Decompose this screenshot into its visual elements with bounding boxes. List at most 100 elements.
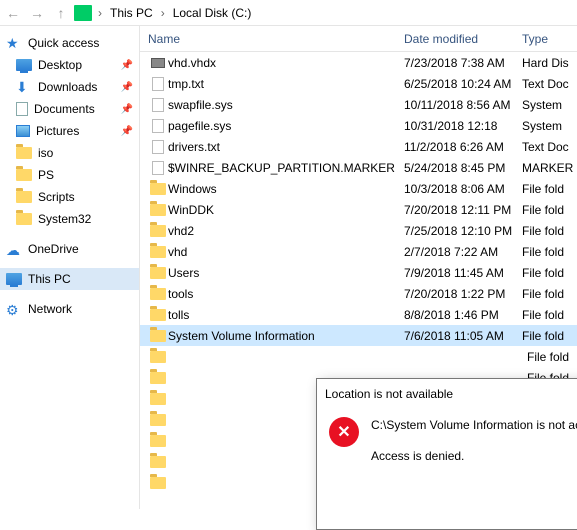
file-name: tools — [168, 287, 404, 301]
folder-icon — [150, 414, 166, 426]
file-type: File fold — [527, 350, 577, 364]
dialog-message-2: Access is denied. — [371, 448, 577, 465]
sidebar-item-label: Downloads — [38, 80, 97, 94]
file-date: 10/31/2018 12:18 — [404, 119, 522, 133]
sidebar-label: This PC — [28, 272, 71, 286]
drive-icon — [74, 5, 92, 21]
sidebar-item-system32[interactable]: System32 — [0, 208, 139, 230]
file-type: File fold — [522, 287, 577, 301]
sidebar-item-label: Pictures — [36, 124, 79, 138]
sidebar-quick-access[interactable]: ★ Quick access — [0, 32, 139, 54]
chevron-right-icon[interactable]: › — [94, 6, 106, 20]
nav-back-button[interactable]: ← — [2, 2, 24, 24]
sidebar-item-iso[interactable]: iso — [0, 142, 139, 164]
sidebar-network[interactable]: ⚙ Network — [0, 298, 139, 320]
sidebar-label: Quick access — [28, 36, 99, 50]
navigation-pane[interactable]: ★ Quick access Desktop 📌 ⬇ Downloads 📌 Docume… — [0, 26, 140, 509]
file-row-pagefile[interactable]: pagefile.sys10/31/2018 12:18System — [140, 115, 577, 136]
folder-icon — [150, 183, 166, 195]
sidebar-this-pc[interactable]: This PC — [0, 268, 139, 290]
file-icon — [152, 140, 164, 154]
column-header-name[interactable]: Name — [148, 32, 404, 46]
error-icon: ✕ — [329, 417, 359, 447]
file-type: File fold — [522, 182, 577, 196]
breadcrumb-thispc[interactable]: This PC — [108, 4, 155, 22]
file-row-obscured[interactable]: File fold — [140, 346, 577, 367]
folder-icon — [150, 288, 166, 300]
file-type: System — [522, 119, 577, 133]
file-date: 7/6/2018 11:05 AM — [404, 329, 522, 343]
file-date: 6/25/2018 10:24 AM — [404, 77, 522, 91]
file-name: drivers.txt — [168, 140, 404, 154]
file-row-winddk[interactable]: WinDDK7/20/2018 12:11 PMFile fold — [140, 199, 577, 220]
file-row-winre-marker[interactable]: $WINRE_BACKUP_PARTITION.MARKER5/24/2018 … — [140, 157, 577, 178]
file-name: vhd — [168, 245, 404, 259]
error-dialog: Location is not available ✕ ✕ C:\System … — [316, 378, 577, 530]
column-headers[interactable]: Name Date modified Type — [140, 26, 577, 52]
file-row-swapfile[interactable]: swapfile.sys10/11/2018 8:56 AMSystem — [140, 94, 577, 115]
file-row-vhd-vhdx[interactable]: vhd.vhdx7/23/2018 7:38 AMHard Dis — [140, 52, 577, 73]
network-icon: ⚙ — [6, 302, 22, 316]
sidebar-item-scripts[interactable]: Scripts — [0, 186, 139, 208]
file-date: 2/7/2018 7:22 AM — [404, 245, 522, 259]
download-icon: ⬇ — [16, 80, 32, 94]
file-icon — [152, 161, 164, 175]
sidebar-item-pictures[interactable]: Pictures 📌 — [0, 120, 139, 142]
file-row-tools[interactable]: tools7/20/2018 1:22 PMFile fold — [140, 283, 577, 304]
pin-icon: 📌 — [121, 60, 133, 71]
picture-icon — [16, 125, 30, 137]
file-row-svi[interactable]: System Volume Information7/6/2018 11:05 … — [140, 325, 577, 346]
sidebar-item-label: iso — [38, 146, 53, 160]
file-row-users[interactable]: Users7/9/2018 11:45 AMFile fold — [140, 262, 577, 283]
folder-icon — [150, 351, 166, 363]
folder-icon — [16, 147, 32, 159]
file-type: Hard Dis — [522, 56, 577, 70]
file-row-tmp-txt[interactable]: tmp.txt6/25/2018 10:24 AMText Doc — [140, 73, 577, 94]
pin-icon: 📌 — [121, 126, 133, 137]
file-list-pane[interactable]: Name Date modified Type vhd.vhdx7/23/201… — [140, 26, 577, 509]
file-date: 8/8/2018 1:46 PM — [404, 308, 522, 322]
monitor-icon — [6, 273, 22, 285]
file-date: 7/9/2018 11:45 AM — [404, 266, 522, 280]
file-name: pagefile.sys — [168, 119, 404, 133]
file-icon — [152, 98, 164, 112]
sidebar-item-documents[interactable]: Documents📌 — [0, 98, 139, 120]
file-type: System — [522, 98, 577, 112]
breadcrumb-localdisk[interactable]: Local Disk (C:) — [171, 4, 254, 22]
folder-icon — [150, 393, 166, 405]
file-type: File fold — [522, 266, 577, 280]
file-type: Text Doc — [522, 140, 577, 154]
file-date: 10/3/2018 8:06 AM — [404, 182, 522, 196]
address-bar[interactable]: ← → ↑ › This PC › Local Disk (C:) — [0, 0, 577, 26]
sidebar-item-desktop[interactable]: Desktop 📌 — [0, 54, 139, 76]
sidebar-item-label: Desktop — [38, 58, 82, 72]
cloud-icon: ☁ — [6, 242, 22, 256]
sidebar-onedrive[interactable]: ☁ OneDrive — [0, 238, 139, 260]
file-row-windows[interactable]: Windows10/3/2018 8:06 AMFile fold — [140, 178, 577, 199]
file-row-vhd2[interactable]: vhd27/25/2018 12:10 PMFile fold — [140, 220, 577, 241]
file-name: tolls — [168, 308, 404, 322]
chevron-right-icon[interactable]: › — [157, 6, 169, 20]
sidebar-item-label: Documents — [34, 102, 95, 116]
sidebar-item-downloads[interactable]: ⬇Downloads📌 — [0, 76, 139, 98]
file-name: vhd.vhdx — [168, 56, 404, 70]
file-date: 7/20/2018 1:22 PM — [404, 287, 522, 301]
file-name: Users — [168, 266, 404, 280]
file-row-drivers[interactable]: drivers.txt11/2/2018 6:26 AMText Doc — [140, 136, 577, 157]
column-header-type[interactable]: Type — [522, 32, 577, 46]
column-header-date[interactable]: Date modified — [404, 32, 522, 46]
folder-icon — [16, 191, 32, 203]
sidebar-item-ps[interactable]: PS — [0, 164, 139, 186]
sidebar-label: OneDrive — [28, 242, 79, 256]
file-name: Windows — [168, 182, 404, 196]
file-row-vhd[interactable]: vhd2/7/2018 7:22 AMFile fold — [140, 241, 577, 262]
sidebar-item-label: Scripts — [38, 190, 75, 204]
nav-forward-button[interactable]: → — [26, 2, 48, 24]
file-date: 7/25/2018 12:10 PM — [404, 224, 522, 238]
file-date: 10/11/2018 8:56 AM — [404, 98, 522, 112]
nav-up-button[interactable]: ↑ — [50, 2, 72, 24]
file-row-tolls[interactable]: tolls8/8/2018 1:46 PMFile fold — [140, 304, 577, 325]
folder-icon — [16, 169, 32, 181]
dialog-title: Location is not available — [325, 387, 453, 401]
file-name: WinDDK — [168, 203, 404, 217]
